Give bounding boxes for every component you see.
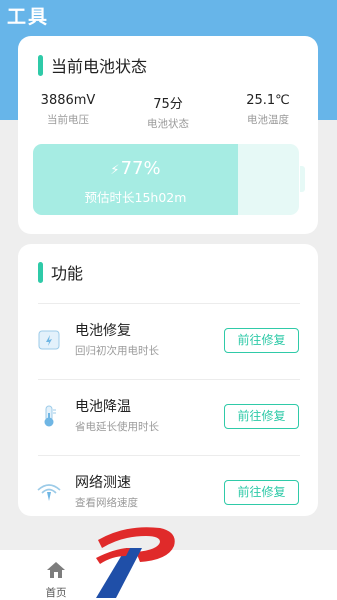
heading-accent-bar	[38, 261, 43, 283]
stat-temperature: 25.1℃ 电池温度	[218, 93, 318, 131]
temperature-value: 25.1℃	[246, 93, 290, 108]
stat-health: 75分 电池状态	[118, 93, 218, 131]
battery-repair-icon	[38, 330, 60, 350]
health-score-value: 75分	[153, 97, 183, 112]
temperature-label: 电池温度	[247, 114, 289, 126]
nav-home-label: 首页	[45, 587, 67, 599]
battery-cap	[300, 166, 305, 192]
function-subtitle: 查看网络速度	[75, 497, 138, 509]
function-subtitle: 回归初次用电时长	[75, 345, 159, 357]
functions-card: 功能 电池修复 回归初次用电时长 前往修复 电池降温 省电延长使用时长 前往修复	[18, 244, 318, 516]
functions-card-title: 功能	[51, 264, 84, 283]
function-title: 网络测速	[75, 475, 131, 491]
thermometer-icon	[44, 405, 56, 427]
nav-home-tab[interactable]: 首页	[34, 560, 78, 600]
battery-repair-button[interactable]: 前往修复	[224, 328, 299, 353]
heading-accent-bar	[38, 54, 43, 76]
function-subtitle: 省电延长使用时长	[75, 421, 159, 433]
function-item-battery-repair: 电池修复 回归初次用电时长 前往修复	[18, 310, 318, 370]
remaining-time: 预估时长15h02m	[84, 190, 187, 205]
battery-cooling-button[interactable]: 前往修复	[224, 404, 299, 429]
brand-logo	[96, 527, 175, 598]
charging-bolt-icon: ⚡	[110, 163, 120, 178]
function-item-network-speed: 网络测速 查看网络速度 前往修复	[18, 462, 318, 522]
stat-voltage: 3886mV 当前电压	[18, 93, 118, 131]
function-title: 电池降温	[75, 399, 131, 415]
divider	[38, 455, 300, 456]
battery-percent: ⚡77%	[33, 158, 238, 179]
functions-card-heading: 功能	[38, 260, 83, 284]
battery-card-heading: 当前电池状态	[38, 53, 147, 77]
network-speed-button[interactable]: 前往修复	[224, 480, 299, 505]
voltage-value: 3886mV	[40, 93, 96, 108]
battery-stats: 3886mV 当前电压 75分 电池状态 25.1℃ 电池温度	[18, 93, 318, 131]
divider	[38, 303, 300, 304]
battery-card-title: 当前电池状态	[51, 57, 148, 76]
battery-level-gauge: ⚡77% 预估时长15h02m	[33, 144, 299, 215]
battery-percent-text: 77%	[120, 158, 161, 179]
battery-status-card: 当前电池状态 3886mV 当前电压 75分 电池状态 25.1℃ 电池温度 ⚡…	[18, 36, 318, 234]
divider	[38, 379, 300, 380]
health-score-label: 电池状态	[147, 118, 189, 130]
function-title: 电池修复	[75, 323, 131, 339]
home-icon	[47, 562, 65, 578]
page-title: 工具	[7, 6, 50, 28]
voltage-label: 当前电压	[47, 114, 89, 126]
wifi-speed-icon	[37, 484, 61, 501]
function-item-battery-cooling: 电池降温 省电延长使用时长 前往修复	[18, 386, 318, 446]
